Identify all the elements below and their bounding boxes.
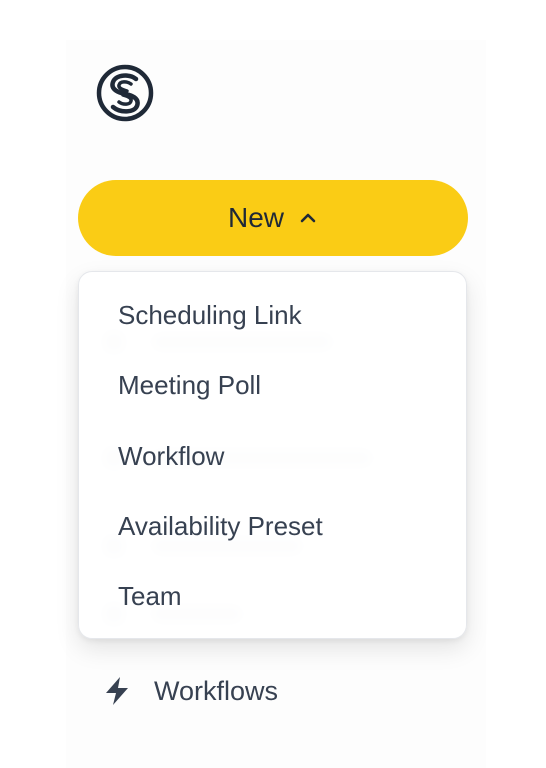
sidebar-item-workflows[interactable]: Workflows <box>102 668 462 714</box>
bolt-icon <box>106 677 128 705</box>
menu-item-meeting-poll[interactable]: Meeting Poll <box>118 365 261 405</box>
app-logo-icon[interactable] <box>96 62 154 124</box>
menu-item-workflow[interactable]: Workflow <box>118 436 224 476</box>
new-dropdown-menu: Scheduling Link Meeting Poll Workflow Av… <box>78 271 467 639</box>
chevron-up-icon <box>300 213 316 223</box>
new-button[interactable]: New <box>78 180 468 256</box>
menu-item-team[interactable]: Team <box>118 576 182 616</box>
menu-item-availability-preset[interactable]: Availability Preset <box>118 506 323 546</box>
sidebar-item-label: Workflows <box>154 675 279 706</box>
menu-item-scheduling-link[interactable]: Scheduling Link <box>118 295 302 335</box>
new-button-label: New <box>227 202 284 233</box>
